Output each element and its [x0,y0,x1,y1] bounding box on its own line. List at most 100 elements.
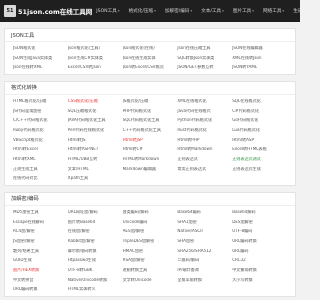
tool-link[interactable]: 二维码/解码 [177,258,232,263]
tool-link[interactable]: RC4加/解密 [13,229,68,234]
tool-link[interactable]: SQL转换Json实体类 [177,56,232,61]
tool-link[interactable]: SHA256/SHA512 [177,249,232,254]
tool-link[interactable]: Ruby代码格式化 [13,128,68,133]
tool-link[interactable]: Rabbit加/解密 [68,239,123,244]
tool-link[interactable]: 图片转Base64 [68,220,123,225]
tool-link[interactable]: 进制转换工具 [123,268,178,273]
tool-link[interactable]: Excel/CSV转Json [68,65,123,70]
nav-item[interactable]: 图片工具▾ [233,8,254,14]
tool-link[interactable]: JAVA代码格式化工具 [68,118,123,123]
tool-link[interactable]: CSS格式化/压缩 [68,99,123,104]
tool-link[interactable]: 正则表达式 [177,157,232,162]
tool-link[interactable]: 大小写转换 [232,278,287,283]
tool-link[interactable]: HTML格式化/压缩 [13,99,68,104]
tool-link[interactable]: VBScript格式化 [13,138,68,143]
tool-link[interactable]: HMAC加密 [123,249,178,254]
nav-item[interactable]: 网络工具▾ [263,8,284,14]
tool-link[interactable]: SQL在线格式化 [232,99,287,104]
tool-link[interactable]: Lua代码格式化 [232,128,287,133]
tool-link[interactable]: Html转C# [123,147,178,152]
tool-link[interactable]: SHA加密 [177,239,232,244]
tool-link[interactable]: Json在线转XML [13,65,68,70]
tool-link[interactable]: Perl代码在线格式化 [68,128,123,133]
tool-link[interactable]: Html转XML [13,157,68,162]
tool-link[interactable]: Htpasswd生成 [68,258,123,263]
tool-link[interactable]: URL编码转换 [13,287,68,292]
tool-link[interactable]: Html转JS [68,138,123,143]
tool-link[interactable]: Html转ASP.NET [68,147,123,152]
tool-link[interactable]: XML在线转Json [232,56,287,61]
tool-link[interactable]: RSA加/解密 [123,258,178,263]
tool-link[interactable]: JS格式化/压缩 [123,99,178,104]
tool-link[interactable]: Json格式化(工具) [68,46,123,51]
nav-item[interactable]: 加解密/编码▾ [165,8,192,14]
tool-link[interactable]: AES加/解密 [123,229,178,234]
tool-link[interactable]: GUID生成 [13,258,68,263]
tool-link[interactable]: Native/Unicode转换 [68,278,123,283]
tool-link[interactable]: JS代码混淆加密 [13,109,68,114]
tool-link[interactable]: SQL代码格式化工具 [123,118,178,123]
tool-link[interactable]: PHP代码格式化 [123,109,178,114]
tool-link[interactable]: Base64解码 [232,210,287,215]
tool-link[interactable]: UTF-8转GBK [68,268,123,273]
tool-link[interactable]: C/C++代码格式化 [13,118,68,123]
tool-link[interactable]: Html转Markdown [177,147,232,152]
tool-link[interactable]: 文字转Unicode [123,278,178,283]
tool-link[interactable]: TripleDES加解密 [123,239,178,244]
tool-link[interactable]: 在线代码对比 [13,176,68,181]
tool-link[interactable]: 正则表达式测试 [232,157,287,162]
tool-link[interactable]: C++代码格式化工具 [123,128,178,133]
tool-link[interactable]: UTF-8编码 [232,229,287,234]
nav-item[interactable]: 文本/工具▾ [201,8,224,14]
tool-link[interactable]: CRC32 [232,258,287,263]
site-logo[interactable]: 51 51json.com在线工具网 [4,5,92,17]
tool-link[interactable]: 文本/HTML [68,167,123,172]
tool-link[interactable]: DES加解密 [232,220,287,225]
tool-link[interactable]: SHA1加密 [177,220,232,225]
tool-link[interactable]: Json格式化(在线) [123,46,178,51]
tool-link[interactable]: Html转Excel [13,147,68,152]
tool-link[interactable]: Markdown编辑器 [123,167,178,172]
tool-link[interactable]: Json在线生成实体 [123,56,178,61]
tool-link[interactable]: JSON/GET参数互转 [177,65,232,70]
tool-link[interactable]: HTML/UBB互转 [68,157,123,162]
tool-link[interactable]: 中文转拼音 [13,278,68,283]
tool-link[interactable]: Python代码格式化 [177,118,232,123]
tool-link[interactable]: 正则生成工具 [13,167,68,172]
tool-link[interactable]: JSON在线编辑器 [232,46,287,51]
tool-link[interactable]: Json生成C#实体类 [68,56,123,61]
tool-link[interactable]: Html转PHP [177,138,232,143]
tool-link[interactable]: XML在线格式化 [177,99,232,104]
tool-link[interactable]: JSON生成Java实体类 [13,56,68,61]
tool-link[interactable]: HTML实体转义 [68,287,123,292]
tool-link[interactable]: Json在线压缩工具 [177,46,232,51]
tool-link[interactable]: Escape在线解码 [13,220,68,225]
tool-link[interactable]: URL编码转换 [232,239,287,244]
nav-item[interactable]: JSON工具▾ [96,8,119,14]
tool-link[interactable]: Unicode编码 [123,220,178,225]
tool-link[interactable]: 各类编码/解码 [123,210,178,215]
tool-link[interactable]: URL网址加/解码 [68,210,123,215]
tool-link[interactable]: Html转JSP [123,138,178,143]
tool-link[interactable]: IP/端口查询 [177,268,232,273]
tool-link[interactable]: SQL压缩格式化 [68,109,123,114]
tool-link[interactable]: Excel转HTML表格 [232,147,287,152]
tool-link[interactable]: Base64编码 [177,210,232,215]
tool-link[interactable]: 摩尔斯电码转换 [68,249,123,254]
tool-link[interactable]: 中文繁简转换 [232,268,287,273]
tool-link[interactable]: Go代码格式化 [232,118,287,123]
tool-link[interactable]: JS加密/解密 [13,239,68,244]
tool-link[interactable]: JSON转YAML [232,65,287,70]
tool-link[interactable]: MD5加密工具 [13,210,68,215]
tool-link[interactable]: URL编码 [232,249,287,254]
tool-link[interactable]: Xpath工具 [68,176,123,181]
tool-link[interactable]: Rust代码格式化 [177,128,232,133]
tool-link[interactable]: 在线加/解密 [68,229,123,234]
nav-item[interactable]: 格式化/压缩▾ [129,8,156,14]
tool-link[interactable]: JSON格式化 [13,46,68,51]
tool-link[interactable]: 全角半角转换 [177,278,232,283]
tool-link[interactable]: 正则表达式生成 [232,167,287,172]
tool-link[interactable]: Json转Excel/CSV格式 [123,65,178,70]
tool-link[interactable]: Html转ASP [232,138,287,143]
nav-item[interactable]: 生成▾ [293,8,300,14]
